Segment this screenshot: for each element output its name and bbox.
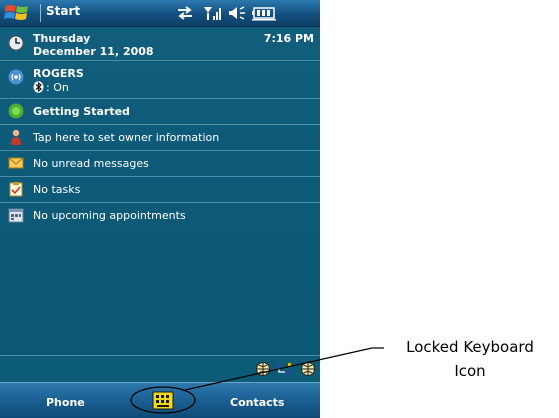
callout-label: Locked Keyboard Icon bbox=[380, 335, 559, 383]
callout-leader bbox=[184, 347, 373, 391]
callout-line-2: Icon bbox=[454, 362, 486, 380]
callout-ellipse bbox=[130, 386, 196, 414]
callout-line-1: Locked Keyboard bbox=[406, 338, 534, 356]
